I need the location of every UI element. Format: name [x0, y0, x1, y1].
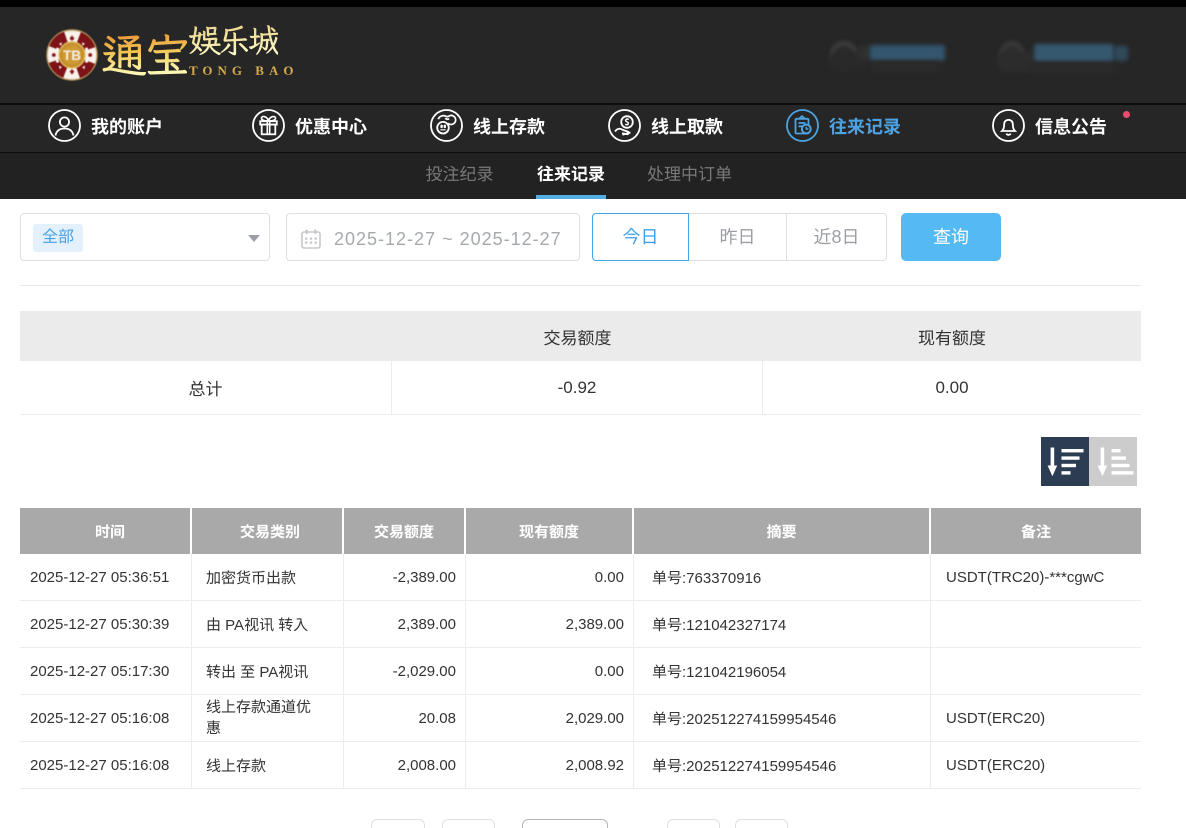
svg-text:TB: TB [63, 48, 81, 63]
